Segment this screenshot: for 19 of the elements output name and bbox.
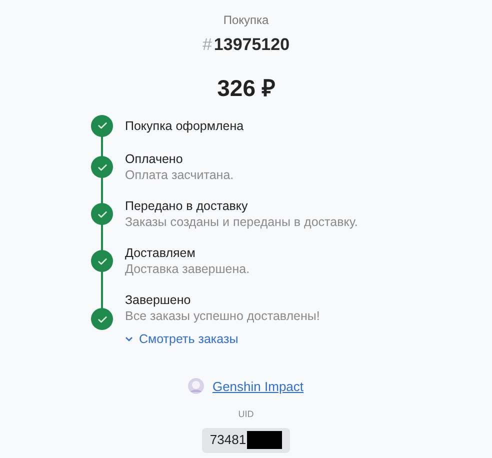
step-description: Все заказы успешно доставлены!	[125, 308, 320, 324]
step-title: Доставляем	[125, 244, 196, 260]
purchase-label: Покупка	[223, 12, 269, 28]
step-title: Завершено	[125, 292, 192, 308]
order-number: 13975120	[214, 34, 290, 56]
uid-label: UID	[238, 408, 254, 421]
step-description: Доставка завершена.	[125, 260, 250, 278]
game-link[interactable]: Genshin Impact	[212, 376, 304, 396]
avatar-icon	[188, 378, 204, 394]
step-description: Заказы созданы и переданы в доставку.	[125, 214, 358, 230]
step-description: Оплата засчитана.	[125, 166, 234, 184]
hash-sign: #	[202, 34, 212, 56]
view-orders-link[interactable]: Смотреть заказы	[125, 330, 320, 346]
step-title: Передано в доставку	[125, 198, 249, 214]
step-title: Оплачено	[125, 150, 184, 166]
chevron-down-icon	[125, 336, 133, 342]
step-title: Покупка оформлена	[125, 118, 244, 134]
uid-value: 73481	[210, 431, 246, 450]
price: 326 ₽	[217, 74, 275, 102]
